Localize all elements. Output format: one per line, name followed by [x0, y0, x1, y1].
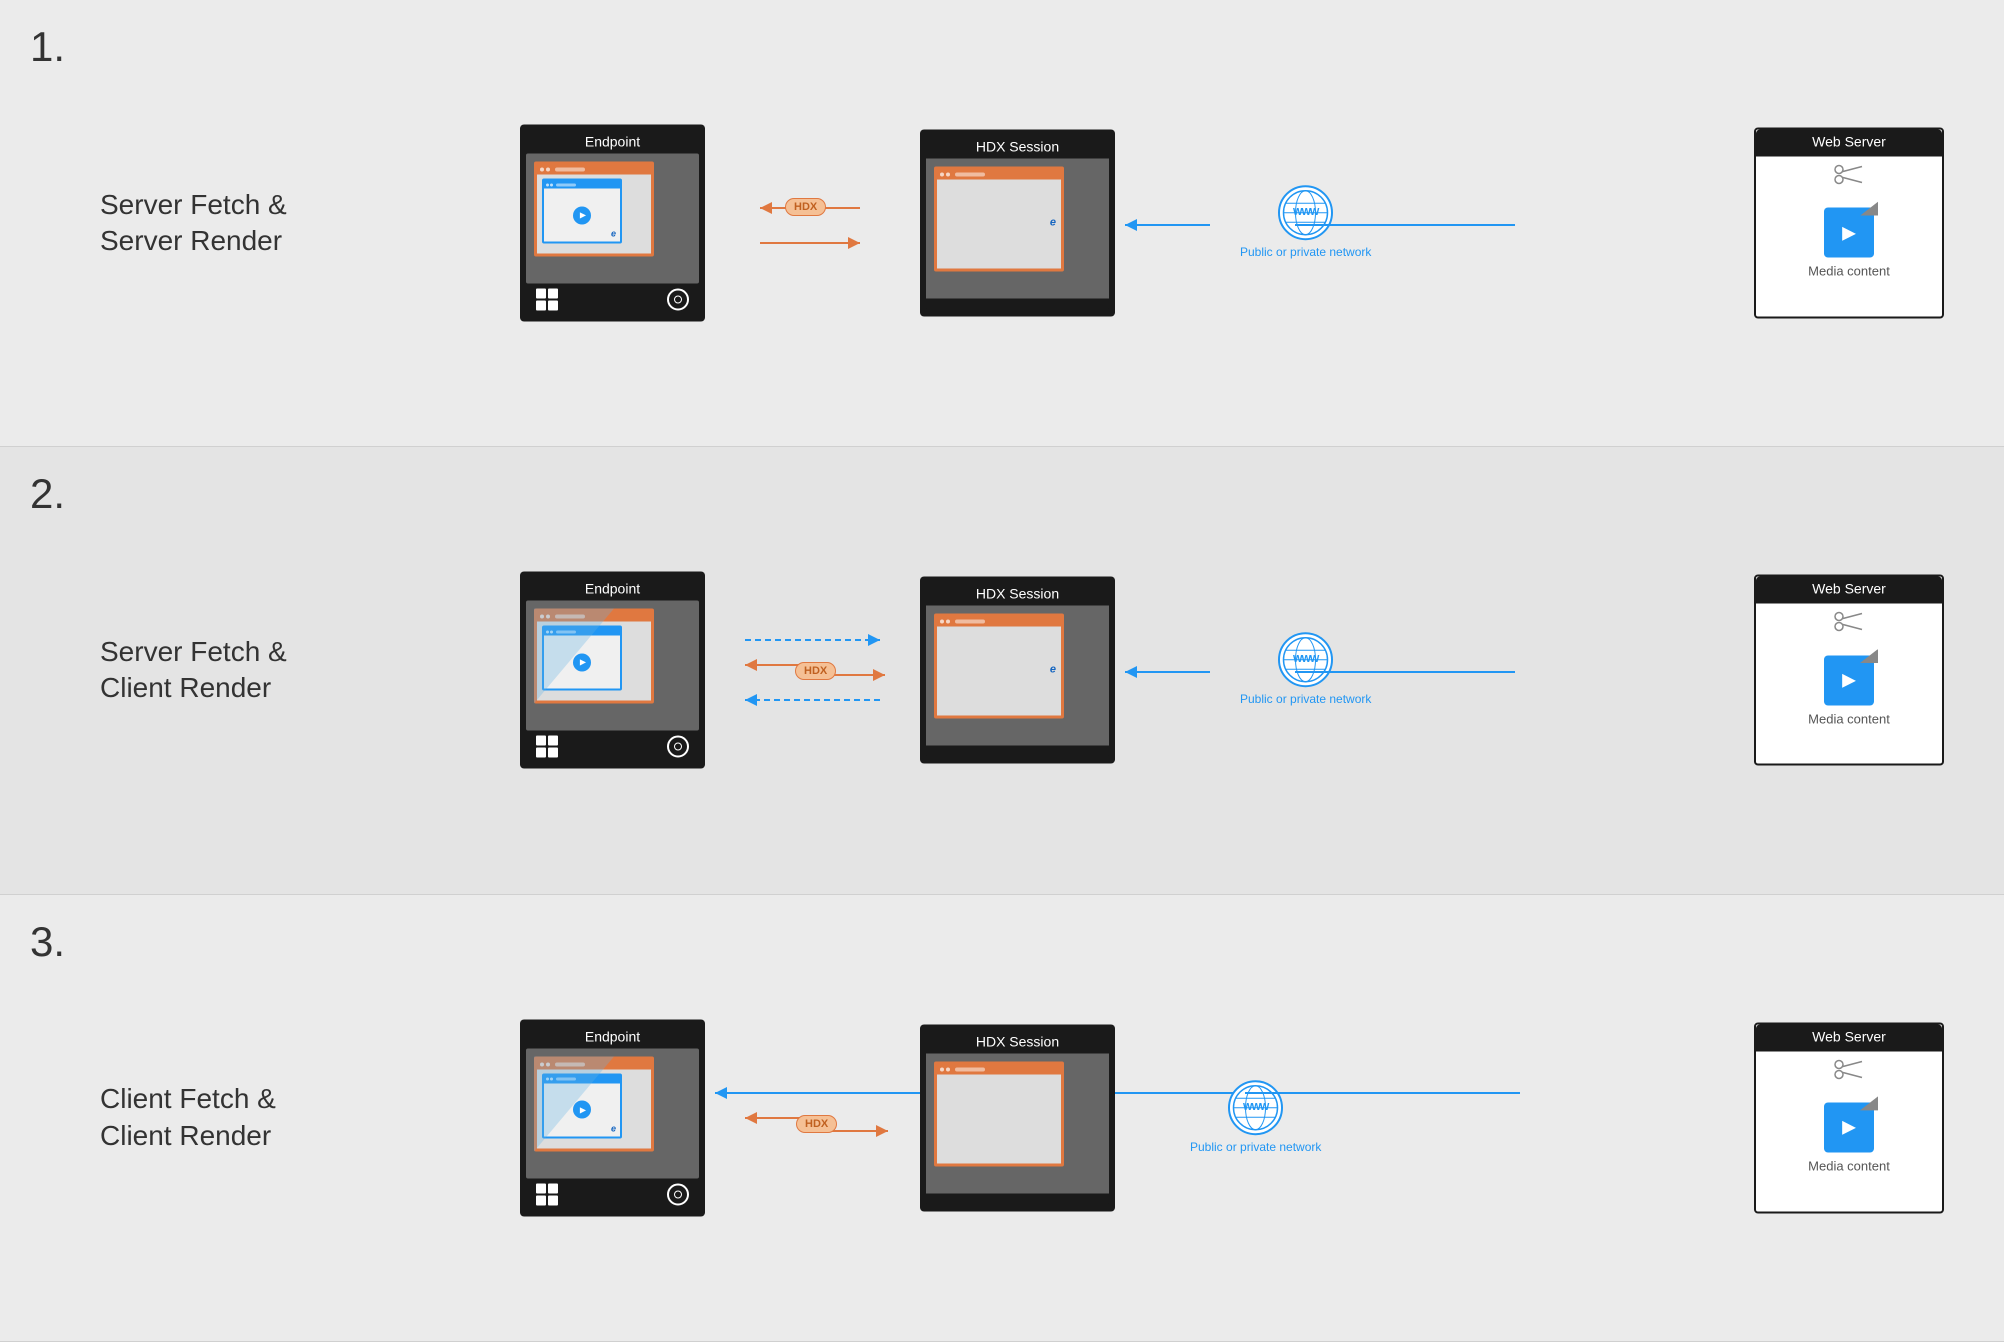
orange-arrow-left-2: HDX: [740, 660, 890, 685]
windows-icon-1: [536, 289, 558, 311]
gear-icon-2: [667, 736, 689, 758]
endpoint-label-1: Endpoint: [526, 131, 699, 154]
scenario-3-title: Client Fetch & Client Render: [100, 1081, 320, 1154]
blue-arrow-hdx-1: [1120, 215, 1220, 240]
endpoint-device-2: Endpoint: [520, 572, 705, 769]
hdx-session-2: HDX Session e: [920, 577, 1115, 764]
scissors-icon-1: [1834, 165, 1864, 185]
hdx-pill-3: HDX: [796, 1115, 837, 1133]
endpoint-device-1: Endpoint: [520, 125, 705, 322]
media-label-2: Media content: [1808, 711, 1890, 728]
gear-icon-3: [667, 1183, 689, 1205]
scenario-2-title: Server Fetch & Client Render: [100, 634, 320, 707]
scenario-1-number: 1.: [30, 18, 90, 71]
hdx-label-3: HDX Session: [926, 1030, 1109, 1053]
hdx-label-1: HDX Session: [926, 136, 1109, 159]
webserver-3: Web Server Media content: [1754, 1022, 1944, 1213]
media-label-3: Media content: [1808, 1158, 1890, 1175]
windows-icon-2: [536, 736, 558, 758]
dashed-arrow-right-2: [740, 630, 890, 655]
blue-line-server-2: [1295, 662, 1525, 687]
scenario-3-diagram: Endpoint: [320, 968, 1974, 1268]
orange-arrow-right-1: [750, 233, 870, 258]
network-label-3: Public or private network: [1190, 1140, 1321, 1156]
scenario-1-diagram: Endpoint: [320, 83, 1974, 363]
blue-arrow-hdx-2: [1120, 662, 1220, 687]
blue-line-server-1: [1295, 215, 1525, 240]
scenario-1: 1. Server Fetch & Server Render Endpoint: [0, 0, 2004, 447]
media-icon-3: [1824, 1102, 1874, 1152]
webserver-2: Web Server Media content: [1754, 575, 1944, 766]
dashed-arrow-left-2: [740, 690, 890, 715]
hdx-pill-1: HDX: [785, 198, 826, 216]
endpoint-label-2: Endpoint: [526, 578, 699, 601]
media-label-1: Media content: [1808, 264, 1890, 281]
media-icon-1: [1824, 208, 1874, 258]
scenario-2: 2. Server Fetch & Client Render Endpoint: [0, 447, 2004, 894]
endpoint-device-3: Endpoint: [520, 1019, 705, 1216]
media-icon-2: [1824, 655, 1874, 705]
scenario-3-number: 3.: [30, 913, 90, 966]
webserver-1: Web Server Media content: [1754, 128, 1944, 319]
hdx-pill-2: HDX: [795, 662, 836, 680]
windows-icon-3: [536, 1183, 558, 1205]
network-label-1: Public or private network: [1240, 245, 1371, 261]
scenario-2-number: 2.: [30, 465, 90, 518]
orange-arrows-3: HDX: [740, 1113, 895, 1143]
hdx-session-1: HDX Session e: [920, 130, 1115, 317]
hdx-arrow-left-1: HDX: [750, 193, 870, 223]
scenario-3: 3. Client Fetch & Client Render Endpoint: [0, 895, 2004, 1342]
network-label-2: Public or private network: [1240, 693, 1371, 709]
webserver-label-1: Web Server: [1756, 130, 1942, 157]
blue-line-server-3: [1245, 1083, 1530, 1108]
scissors-icon-3: [1834, 1059, 1864, 1079]
hdx-session-3: HDX Session: [920, 1024, 1115, 1211]
scissors-icon-2: [1834, 612, 1864, 632]
endpoint-label-3: Endpoint: [526, 1025, 699, 1048]
scenario-1-title: Server Fetch & Server Render: [100, 187, 320, 260]
scenario-2-diagram: Endpoint: [320, 520, 1974, 820]
hdx-label-2: HDX Session: [926, 583, 1109, 606]
gear-icon-1: [667, 289, 689, 311]
